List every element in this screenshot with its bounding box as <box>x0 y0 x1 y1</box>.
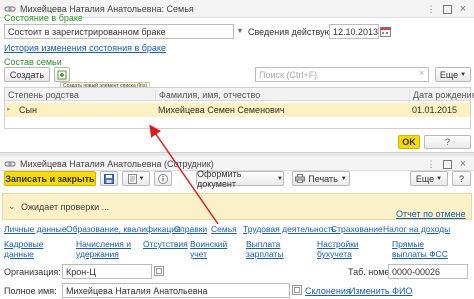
annotation-arrow <box>149 124 219 225</box>
